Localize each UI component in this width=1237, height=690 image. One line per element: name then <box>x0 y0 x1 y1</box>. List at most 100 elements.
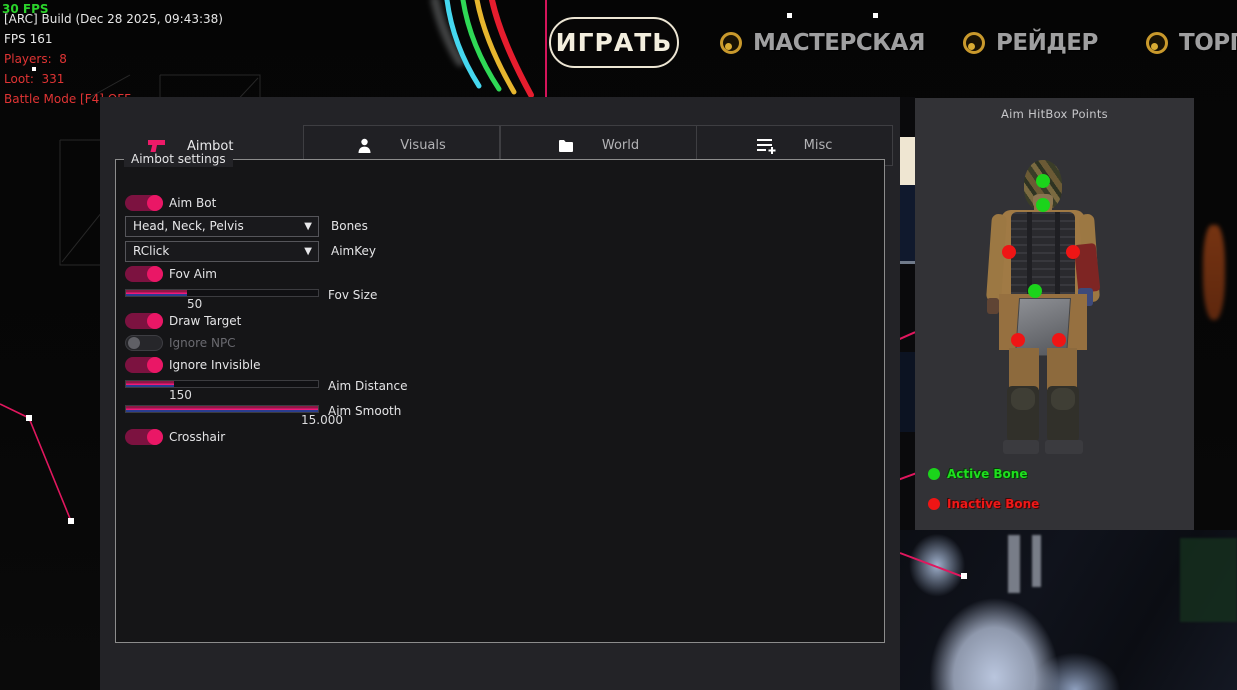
aim-distance-label: Aim Distance <box>328 379 408 393</box>
menu-item-label: МАСТЕРСКАЯ <box>753 30 925 56</box>
rainbow-trail <box>415 0 560 100</box>
fov-size-slider[interactable] <box>125 289 319 297</box>
toggle-knob <box>147 266 163 282</box>
model-left-thigh <box>1009 348 1039 390</box>
fov-size-value: 50 <box>187 297 202 311</box>
character-model <box>915 98 1194 530</box>
toggle-label: Ignore Invisible <box>169 358 260 372</box>
menu-item-workshop[interactable]: МАСТЕРСКАЯ <box>720 29 925 57</box>
legend-label: Inactive Bone <box>947 497 1039 511</box>
background-line-patch <box>900 261 915 264</box>
model-right-thigh <box>1047 348 1077 390</box>
esp-dot <box>787 13 792 18</box>
esp-endpoint-square <box>961 573 967 579</box>
model-vest-strap2 <box>1055 212 1060 300</box>
legend-active-bone: Active Bone <box>928 467 1027 481</box>
menu-item-raider[interactable]: РЕЙДЕР <box>963 29 1098 57</box>
background-window-bar2 <box>1032 535 1041 587</box>
background-navy-patch <box>900 185 915 263</box>
aim-distance-value: 150 <box>169 388 192 402</box>
background-window-bar <box>1008 535 1020 593</box>
toggle-row-fov-aim: Fov Aim <box>125 266 217 282</box>
crosshair-toggle[interactable] <box>125 429 163 445</box>
hitbox-point-head <box>1036 174 1050 188</box>
menu-item-label: РЕЙДЕР <box>996 30 1098 56</box>
ignore-npc-toggle[interactable] <box>125 335 163 351</box>
menu-item-label: ТОРГО <box>1179 30 1237 56</box>
background-orange-object <box>1203 225 1225 320</box>
toggle-row-aim-bot: Aim Bot <box>125 195 216 211</box>
inactive-bone-dot-icon <box>928 498 940 510</box>
bones-label: Bones <box>331 219 368 233</box>
hud-players-line: Players: 8 <box>4 49 67 69</box>
coin-icon <box>1146 32 1168 54</box>
coin-icon <box>963 32 985 54</box>
aimkey-dropdown[interactable]: RClick <box>125 241 319 262</box>
cheat-menu-panel: Aimbot Visuals World Misc Aimbot setting… <box>100 97 900 690</box>
menu-item-trade[interactable]: ТОРГО <box>1146 29 1237 57</box>
background-exit-sign <box>1180 538 1237 622</box>
legend-label: Active Bone <box>947 467 1027 481</box>
aim-distance-slider[interactable] <box>125 380 319 388</box>
hud-loot-line: Loot: 331 <box>4 69 64 89</box>
ignore-invisible-toggle[interactable] <box>125 357 163 373</box>
dropdown-value: RClick <box>133 244 169 258</box>
esp-skeleton-lines <box>0 395 90 535</box>
toggle-knob <box>147 429 163 445</box>
model-left-boot <box>1003 440 1039 454</box>
model-vest <box>1011 212 1075 300</box>
toggle-row-ignore-npc: Ignore NPC <box>125 335 236 351</box>
hitbox-point-left-thigh <box>1011 333 1025 347</box>
play-button[interactable]: ИГРАТЬ <box>549 17 679 68</box>
draw-target-toggle[interactable] <box>125 313 163 329</box>
aim-smooth-value: 15.000 <box>301 413 343 427</box>
toggle-row-ignore-invisible: Ignore Invisible <box>125 357 260 373</box>
active-bone-dot-icon <box>928 468 940 480</box>
toggle-row-crosshair: Crosshair <box>125 429 225 445</box>
tab-label: World <box>602 138 639 153</box>
aim-smooth-slider[interactable] <box>125 405 319 413</box>
toggle-label: Crosshair <box>169 430 225 444</box>
hitbox-panel: Aim HitBox Points Active Bone <box>915 98 1194 530</box>
toggle-knob <box>147 195 163 211</box>
hitbox-point-right-shoulder <box>1066 245 1080 259</box>
background-building-patch <box>900 137 915 185</box>
toggle-row-draw-target: Draw Target <box>125 313 241 329</box>
toggle-knob <box>147 313 163 329</box>
fov-size-label: Fov Size <box>328 288 377 302</box>
sliders-plus-icon <box>757 137 776 154</box>
model-right-kneepad <box>1051 388 1075 410</box>
slider-fill <box>126 290 187 296</box>
toggle-label: Aim Bot <box>169 196 216 210</box>
hitbox-point-pelvis <box>1028 284 1042 298</box>
fov-aim-toggle[interactable] <box>125 266 163 282</box>
aimkey-label: AimKey <box>331 244 376 258</box>
esp-dot2 <box>873 13 878 18</box>
model-left-hand <box>987 298 999 314</box>
aim-bot-toggle[interactable] <box>125 195 163 211</box>
dropdown-value: Head, Neck, Pelvis <box>133 219 244 233</box>
slider-fill <box>126 381 174 387</box>
bones-dropdown[interactable]: Head, Neck, Pelvis <box>125 216 319 237</box>
slider-fill <box>126 406 318 412</box>
chevron-down-icon <box>304 242 312 261</box>
toggle-label: Fov Aim <box>169 267 217 281</box>
esp-vertical-line <box>545 0 547 97</box>
person-icon <box>357 138 372 154</box>
hitbox-point-neck <box>1036 198 1050 212</box>
hitbox-point-left-shoulder <box>1002 245 1016 259</box>
legend-inactive-bone: Inactive Bone <box>928 497 1039 511</box>
toggle-label: Ignore NPC <box>169 336 236 350</box>
folder-icon <box>558 139 574 153</box>
hud-build-info: [ARC] Build (Dec 28 2025, 09:43:38) <box>4 9 223 29</box>
tab-label: Visuals <box>400 138 446 153</box>
model-left-kneepad <box>1011 388 1035 410</box>
background-navy-patch2 <box>900 352 915 432</box>
model-right-boot <box>1045 440 1083 454</box>
toggle-label: Draw Target <box>169 314 241 328</box>
toggle-knob <box>147 357 163 373</box>
hud-fps-line: FPS 161 <box>4 29 52 49</box>
coin-icon <box>720 32 742 54</box>
hitbox-point-right-thigh <box>1052 333 1066 347</box>
aimbot-settings-group: Aimbot settings Aim Bot Head, Neck, Pelv… <box>115 159 885 643</box>
